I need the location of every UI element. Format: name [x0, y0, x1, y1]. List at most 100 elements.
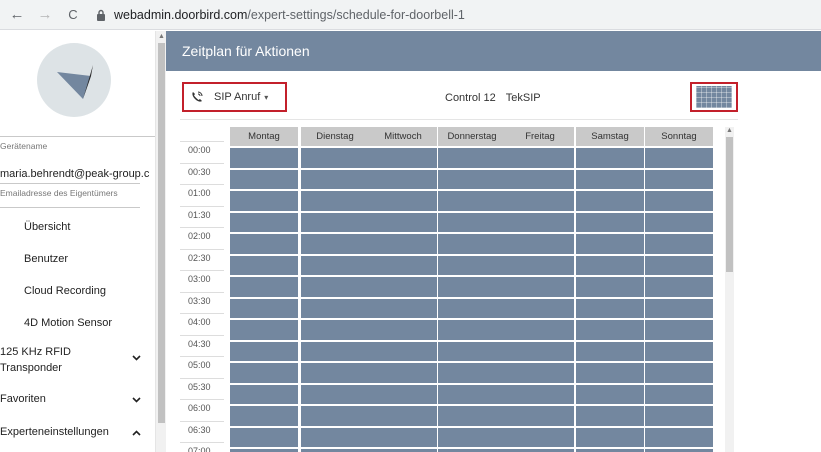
schedule-slot[interactable] — [506, 148, 574, 168]
schedule-slot[interactable] — [506, 363, 574, 383]
schedule-slot[interactable] — [301, 384, 369, 404]
schedule-slot[interactable] — [438, 255, 506, 275]
schedule-slot[interactable] — [230, 363, 298, 383]
address-bar[interactable]: webadmin.doorbird.com/expert-settings/sc… — [94, 4, 465, 26]
schedule-slot[interactable] — [576, 169, 644, 189]
schedule-slot[interactable] — [230, 341, 298, 361]
sidebar-item-users[interactable]: Benutzer — [0, 253, 155, 265]
schedule-slot[interactable] — [506, 169, 574, 189]
schedule-slot[interactable] — [369, 255, 437, 275]
schedule-slot[interactable] — [506, 191, 574, 211]
day-header[interactable]: Dienstag — [301, 127, 369, 146]
schedule-slot[interactable] — [301, 363, 369, 383]
schedule-slot[interactable] — [230, 191, 298, 211]
schedule-slot[interactable] — [645, 191, 713, 211]
schedule-slot[interactable] — [369, 298, 437, 318]
schedule-slot[interactable] — [230, 427, 298, 447]
schedule-slot[interactable] — [506, 427, 574, 447]
day-header[interactable]: Donnerstag — [438, 127, 506, 146]
schedule-slot[interactable] — [576, 277, 644, 297]
schedule-slot[interactable] — [438, 298, 506, 318]
schedule-slot[interactable] — [369, 191, 437, 211]
schedule-slot[interactable] — [645, 255, 713, 275]
schedule-slot[interactable] — [576, 255, 644, 275]
schedule-slot[interactable] — [576, 384, 644, 404]
schedule-slot[interactable] — [576, 406, 644, 426]
schedule-slot[interactable] — [438, 212, 506, 232]
schedule-slot[interactable] — [301, 148, 369, 168]
sidebar-item-cloud-recording[interactable]: Cloud Recording — [0, 285, 155, 297]
schedule-slot[interactable] — [230, 406, 298, 426]
schedule-slot[interactable] — [369, 234, 437, 254]
schedule-slot[interactable] — [369, 148, 437, 168]
day-header[interactable]: Sonntag — [645, 127, 713, 146]
schedule-slot[interactable] — [301, 427, 369, 447]
schedule-slot[interactable] — [645, 169, 713, 189]
schedule-slot[interactable] — [506, 212, 574, 232]
sidebar-item-motion-sensor[interactable]: 4D Motion Sensor — [0, 317, 155, 329]
schedule-slot[interactable] — [645, 406, 713, 426]
day-header[interactable]: Freitag — [506, 127, 574, 146]
schedule-slot[interactable] — [438, 234, 506, 254]
schedule-slot[interactable] — [369, 169, 437, 189]
schedule-slot[interactable] — [576, 320, 644, 340]
scrollbar-thumb[interactable] — [726, 137, 733, 272]
schedule-slot[interactable] — [645, 212, 713, 232]
schedule-slot[interactable] — [645, 384, 713, 404]
schedule-slot[interactable] — [645, 341, 713, 361]
schedule-slot[interactable] — [230, 298, 298, 318]
schedule-slot[interactable] — [506, 298, 574, 318]
schedule-slot[interactable] — [301, 320, 369, 340]
schedule-slot[interactable] — [506, 277, 574, 297]
schedule-slot[interactable] — [645, 148, 713, 168]
schedule-slot[interactable] — [506, 384, 574, 404]
schedule-slot[interactable] — [438, 277, 506, 297]
schedule-slot[interactable] — [230, 169, 298, 189]
schedule-slot[interactable] — [301, 169, 369, 189]
schedule-scrollbar[interactable]: ▲ — [725, 127, 734, 452]
sidebar-item-favorites[interactable]: Favoriten — [0, 393, 155, 405]
sidebar-item-overview[interactable]: Übersicht — [0, 221, 155, 233]
schedule-slot[interactable] — [576, 427, 644, 447]
schedule-slot[interactable] — [576, 212, 644, 232]
schedule-slot[interactable] — [438, 427, 506, 447]
schedule-slot[interactable] — [230, 384, 298, 404]
schedule-slot[interactable] — [506, 320, 574, 340]
sidebar-scrollbar[interactable]: ▲ — [155, 31, 166, 452]
schedule-slot[interactable] — [301, 234, 369, 254]
schedule-slot[interactable] — [230, 148, 298, 168]
schedule-slot[interactable] — [645, 320, 713, 340]
schedule-slot[interactable] — [438, 148, 506, 168]
schedule-slot[interactable] — [576, 341, 644, 361]
schedule-slot[interactable] — [506, 234, 574, 254]
schedule-slot[interactable] — [506, 341, 574, 361]
schedule-slot[interactable] — [301, 277, 369, 297]
forward-icon[interactable]: → — [34, 4, 56, 26]
schedule-slot[interactable] — [438, 320, 506, 340]
schedule-slot[interactable] — [301, 212, 369, 232]
grid-view-button[interactable] — [690, 82, 738, 112]
day-header[interactable]: Montag — [230, 127, 298, 146]
schedule-slot[interactable] — [576, 148, 644, 168]
schedule-slot[interactable] — [645, 277, 713, 297]
schedule-slot[interactable] — [301, 255, 369, 275]
schedule-slot[interactable] — [369, 363, 437, 383]
schedule-slot[interactable] — [369, 212, 437, 232]
schedule-slot[interactable] — [645, 427, 713, 447]
schedule-slot[interactable] — [230, 320, 298, 340]
schedule-slot[interactable] — [645, 363, 713, 383]
day-header[interactable]: Samstag — [576, 127, 644, 146]
schedule-slot[interactable] — [576, 298, 644, 318]
schedule-slot[interactable] — [230, 234, 298, 254]
sidebar-item-rfid[interactable]: 125 KHz RFID Transponder — [0, 346, 155, 374]
schedule-slot[interactable] — [301, 298, 369, 318]
schedule-slot[interactable] — [576, 363, 644, 383]
schedule-slot[interactable] — [230, 277, 298, 297]
schedule-slot[interactable] — [369, 406, 437, 426]
schedule-slot[interactable] — [369, 427, 437, 447]
schedule-slot[interactable] — [645, 298, 713, 318]
schedule-slot[interactable] — [301, 341, 369, 361]
schedule-slot[interactable] — [369, 320, 437, 340]
schedule-slot[interactable] — [369, 384, 437, 404]
schedule-slot[interactable] — [369, 277, 437, 297]
